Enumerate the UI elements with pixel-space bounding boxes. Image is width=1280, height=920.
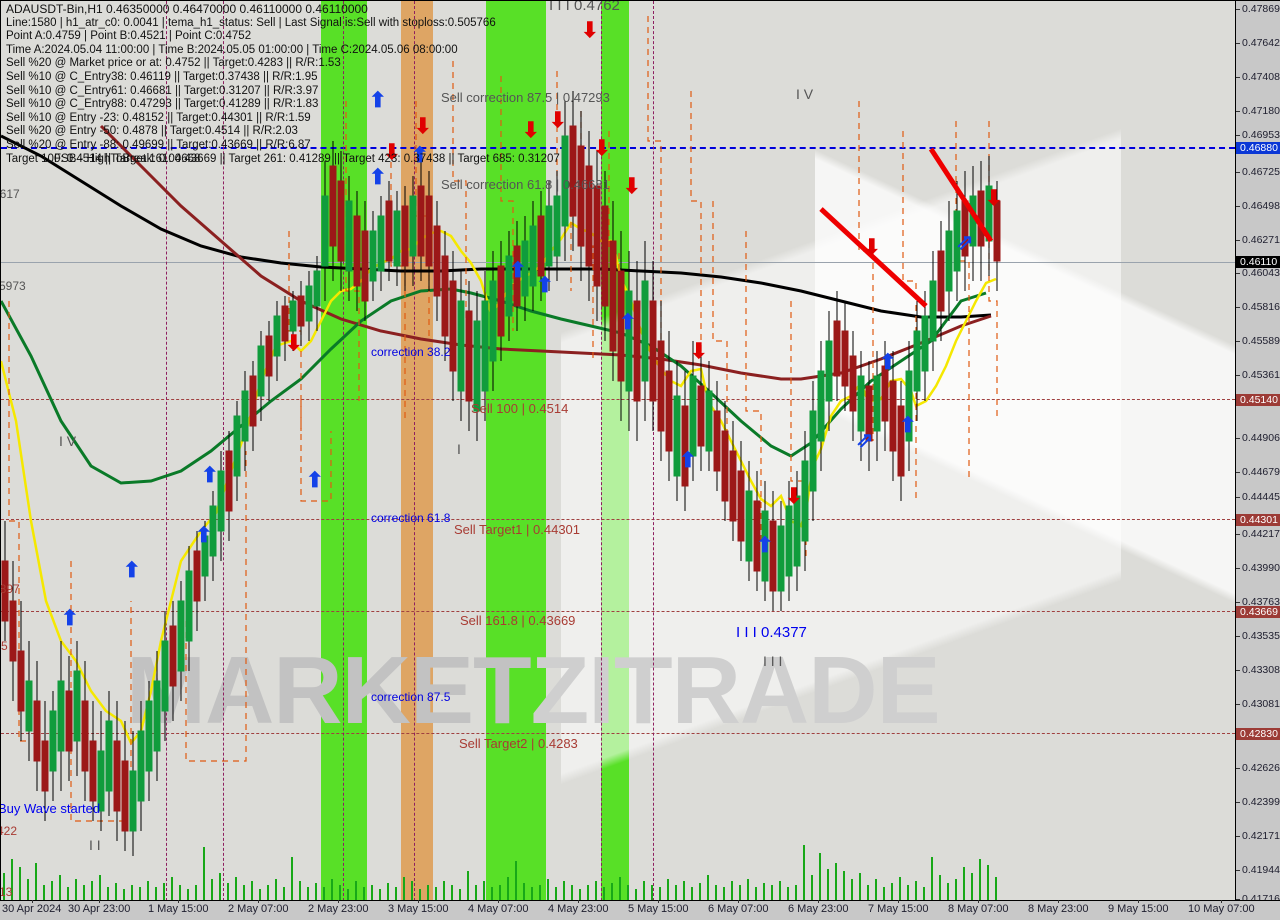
header-line-2: Point A:0.4759 | Point B:0.4521 | Point … [6,30,252,43]
time-tick: 9 May 15:00 [1108,900,1169,915]
annotation-correction-618: correction 61.8 [371,511,451,525]
time-tick: 3 May 15:00 [388,900,449,915]
annotation-buy-wave-started: Buy Wave started [0,801,101,816]
annotation-wave3-marker: I I I [763,653,783,669]
annotation-wave4-marker: I V [796,86,814,102]
header-line-6: Sell %10 @ C_Entry61: 0.46681 || Target:… [6,84,319,97]
annotation-wave-i-left: I I [89,837,101,853]
chart-plot-area[interactable]: MARKETZITRADE ADAUSDT-Bin,H1 0.46350000 … [0,0,1235,900]
time-tick: 4 May 23:00 [548,900,609,915]
time-tick: 30 Apr 2024 [2,900,61,915]
price-tag-target1: 0.44301 [1236,514,1280,526]
header-line-10: Sell %20 @ Entry -88: 0.49699 || Target:… [6,138,311,151]
price-tag-target2: 0.42830 [1236,728,1280,740]
time-tick: 30 Apr 23:00 [68,900,130,915]
annotation-sell-1618: Sell 161.8 | 0.43669 [460,613,576,628]
annotation-clip-3897: 3897 [0,582,20,596]
annotation-sell-correction-618: Sell correction 61.8 | 0.46681 [441,177,610,192]
price-scale[interactable]: 0.47869 0.47642 0.47408 0.47180 0.46953 … [1235,0,1280,905]
header-line-3: Time A:2024.05.04 11:00:00 | Time B:2024… [6,43,458,56]
time-scale[interactable]: 30 Apr 2024 30 Apr 23:00 1 May 15:00 2 M… [0,900,1280,920]
header-line-5: Sell %10 @ C_Entry38: 0.46119 || Target:… [6,70,318,83]
time-tick: 5 May 15:00 [628,900,689,915]
time-tick: 8 May 23:00 [1028,900,1089,915]
annotation-sell-target2: Sell Target2 | 0.4283 [459,736,578,751]
annotation-clip-5: 5 [1,639,8,653]
time-tick: 2 May 07:00 [228,900,289,915]
time-tick: 7 May 15:00 [868,900,929,915]
time-tick: 6 May 07:00 [708,900,769,915]
volume-histogram [3,845,997,900]
annotation-correction-382: correction 38.2 [371,345,451,359]
annotation-clip-2617: 2617 [0,187,20,201]
annotation-sell-100: Sell 100 | 0.4514 [471,401,569,416]
time-tick: 4 May 07:00 [468,900,529,915]
price-tag-sell100: 0.45140 [1236,394,1280,406]
header-overlap-line: FSB - HighToBreak: 0.04668 [54,152,201,165]
annotation-wave1-marker: I V [59,433,77,449]
time-tick: 8 May 07:00 [948,900,1009,915]
time-tick: 2 May 23:00 [308,900,369,915]
time-tick: 10 May 07:00 [1188,900,1255,915]
price-tag-entry: 0.46880 [1236,142,1280,154]
header-line-7: Sell %10 @ C_Entry88: 0.47293 || Target:… [6,98,319,111]
header-line-8: Sell %10 @ Entry -23: 0.48152 || Target:… [6,111,311,124]
price-tag-1618: 0.43669 [1236,606,1280,618]
annotation-wave3-low: I I I 0.4377 [736,624,807,641]
annotation-wave-i-mid: I [457,441,461,457]
annotation-clip-13: 13 [0,885,13,899]
header-line-0: ADAUSDT-Bin,H1 0.46350000 0.46470000 0.4… [6,2,368,16]
chart-info-header: ADAUSDT-Bin,H1 0.46350000 0.46470000 0.4… [6,2,560,166]
annotation-correction-875: correction 87.5 [371,690,451,704]
trading-chart-window: MARKETZITRADE ADAUSDT-Bin,H1 0.46350000 … [0,0,1280,920]
header-line-4: Sell %20 @ Market price or at: 0.4752 ||… [6,57,341,70]
header-line-9: Sell %20 @ Entry -50: 0.4878 || Target:0… [6,125,298,138]
header-line-1: Line:1580 | h1_atr_c0: 0.0041 | tema_h1_… [6,16,496,29]
time-tick: 6 May 23:00 [788,900,849,915]
annotation-clip-422: 422 [1,824,18,838]
annotation-clip-5973: 5973 [0,279,26,293]
annotation-sell-target1: Sell Target1 | 0.44301 [454,522,581,537]
time-tick: 1 May 15:00 [148,900,209,915]
